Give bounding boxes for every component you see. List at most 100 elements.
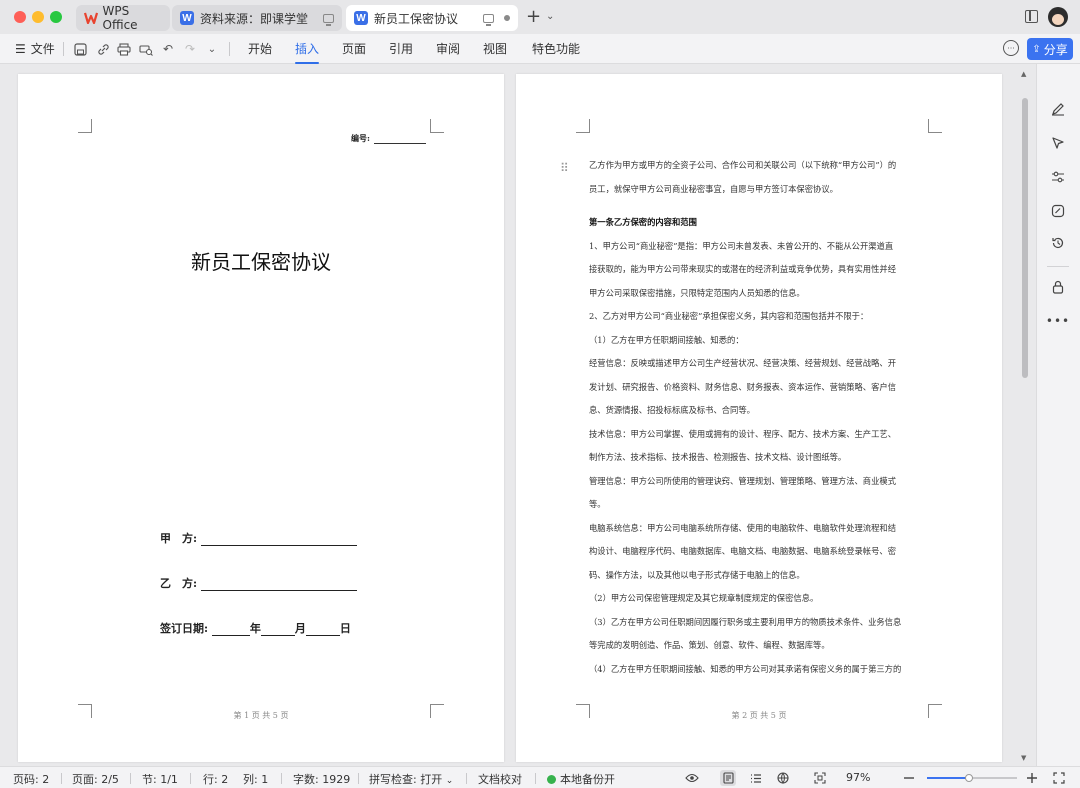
- drag-handle-icon[interactable]: ⠿: [560, 161, 569, 175]
- tab-label: WPS Office: [102, 4, 138, 32]
- body-line: 1、甲方公司“商业秘密”是指：甲方公司未曾发表、未曾公开的、不能从公开渠道直: [589, 240, 894, 251]
- proofread-button[interactable]: 文档校对: [478, 771, 522, 787]
- body-line: 员工，就保守甲方公司商业秘密事宜，自愿与甲方签订本保密协议。: [589, 183, 838, 194]
- document-area[interactable]: 编号: 新员工保密协议 甲 方: 乙 方: 签订日期: 年 月 日 第 1 页 共 …: [0, 64, 1036, 766]
- tab-wps-office[interactable]: WPS Office: [76, 4, 170, 32]
- body-line: 接获取的，能为甲方公司带来现实的或潜在的经济利益或竞争优势，具有实用性并经: [589, 264, 896, 274]
- word-count-status[interactable]: 字数: 1929: [293, 771, 350, 787]
- local-backup-toggle[interactable]: 本地备份开: [547, 771, 615, 787]
- adjust-settings-icon[interactable]: [1049, 168, 1067, 186]
- menu-icon: ☰: [15, 41, 26, 56]
- zoom-in-icon[interactable]: [1024, 770, 1040, 786]
- undo-icon[interactable]: ↶: [160, 41, 176, 57]
- zoom-slider-handle[interactable]: [965, 774, 974, 782]
- print-icon[interactable]: [116, 41, 132, 57]
- page-number: 第 1 页 共 5 页: [233, 711, 289, 720]
- redo-icon[interactable]: ↷: [182, 41, 198, 57]
- party-b-underline: [200, 580, 357, 591]
- tab-page[interactable]: 页面: [342, 40, 366, 57]
- body-line: 乙方作为甲方或甲方的全资子公司、合作公司和关联公司（以下统称“甲方公司”）的: [589, 160, 897, 170]
- divider: [466, 773, 467, 784]
- party-a-underline: [200, 535, 357, 546]
- lock-icon[interactable]: [1049, 278, 1067, 296]
- body-line: 制作方法、技术指标、技术报告、检测报告、技术文档、设计图纸等。: [589, 452, 847, 462]
- section-status[interactable]: 节: 1/1: [142, 771, 178, 787]
- scroll-down-icon[interactable]: ▼: [1021, 754, 1026, 762]
- web-view-icon[interactable]: [775, 770, 791, 786]
- page-code-status[interactable]: 页码: 2: [13, 771, 49, 787]
- body-line: （2）甲方公司保密管理规定及其它规章制度规定的保密信息。: [589, 593, 819, 603]
- document-page-1[interactable]: 编号: 新员工保密协议 甲 方: 乙 方: 签订日期: 年 月 日 第 1 页 共 …: [18, 74, 504, 762]
- new-tab-button[interactable]: +: [526, 8, 541, 26]
- column-status: 列: 1: [243, 773, 269, 786]
- tab-special-features[interactable]: 特色功能: [532, 40, 580, 57]
- tab-references[interactable]: 引用: [389, 40, 413, 57]
- crop-mark: [928, 119, 942, 133]
- crop-mark: [78, 119, 92, 133]
- chevron-down-icon[interactable]: ⌄: [204, 41, 220, 57]
- body-line: （1）乙方在甲方任职期间接触、知悉的：: [589, 334, 744, 345]
- tab-home[interactable]: 开始: [248, 40, 272, 57]
- body-line: 管理信息：甲方公司所使用的管理诀窍、管理规划、管理策略、管理方法、商业模式: [589, 475, 896, 486]
- zoom-out-icon[interactable]: [901, 770, 917, 786]
- serial-number-field: 编号:: [351, 133, 426, 144]
- sidebar-toggle-icon[interactable]: [1025, 10, 1038, 23]
- tab-current-document[interactable]: W 新员工保密协议: [346, 5, 518, 31]
- zoom-slider[interactable]: [927, 774, 1017, 782]
- share-button[interactable]: ⇪ 分享: [1027, 38, 1073, 60]
- print-preview-icon[interactable]: [138, 41, 154, 57]
- chevron-down-icon[interactable]: ⌄: [546, 11, 554, 22]
- more-options-icon[interactable]: •••: [1046, 312, 1069, 330]
- right-sidebar: •••: [1036, 64, 1080, 766]
- page-status[interactable]: 页面: 2/5: [72, 771, 119, 787]
- divider: [358, 773, 359, 784]
- monitor-icon: [323, 13, 334, 26]
- vertical-scrollbar[interactable]: ▲ ▼: [1018, 64, 1032, 766]
- spell-check-toggle[interactable]: 拼写检查: 打开 ⌄: [369, 771, 453, 787]
- crop-mark: [430, 119, 444, 133]
- file-menu-button[interactable]: ☰ 文件: [15, 40, 55, 57]
- share-label: 分享: [1043, 42, 1068, 57]
- ai-edit-icon[interactable]: [1049, 202, 1067, 220]
- divider: [61, 773, 62, 784]
- page-view-icon[interactable]: [720, 770, 736, 786]
- share-icon: ⇪: [1032, 43, 1041, 55]
- outline-view-icon[interactable]: [748, 770, 764, 786]
- divider: [190, 773, 191, 784]
- divider: [63, 42, 64, 56]
- minimize-window-button[interactable]: [32, 11, 44, 23]
- tab-view[interactable]: 视图: [483, 40, 507, 57]
- file-menu-label: 文件: [30, 42, 55, 56]
- document-page-2[interactable]: ⠿ 乙方作为甲方或甲方的全资子公司、合作公司和关联公司（以下统称“甲方公司”）的…: [516, 74, 1002, 762]
- scrollbar-thumb[interactable]: [1022, 98, 1028, 378]
- cursor-select-icon[interactable]: [1049, 134, 1067, 152]
- close-window-button[interactable]: [14, 11, 26, 23]
- document-title: 新员工保密协议: [191, 250, 331, 274]
- backup-label: 本地备份开: [560, 773, 615, 786]
- day-underline: [305, 625, 340, 636]
- status-bar: 页码: 2 页面: 2/5 节: 1/1 行: 2 列: 1 字数: 1929 …: [0, 766, 1080, 788]
- maximize-window-button[interactable]: [50, 11, 62, 23]
- eye-icon[interactable]: [684, 770, 700, 786]
- pen-icon[interactable]: [1049, 100, 1067, 118]
- party-b-field: 乙 方:: [160, 575, 357, 591]
- scroll-up-icon[interactable]: ▲: [1021, 70, 1026, 78]
- document-body[interactable]: 乙方作为甲方或甲方的全资子公司、合作公司和关联公司（以下统称“甲方公司”）的 员…: [589, 154, 931, 681]
- year-label: 年: [249, 622, 261, 635]
- row-status: 行: 2: [203, 773, 229, 786]
- comment-icon[interactable]: ···: [1003, 40, 1019, 56]
- page-number: 第 2 页 共 5 页: [731, 711, 787, 720]
- tab-review[interactable]: 审阅: [436, 40, 460, 57]
- link-icon[interactable]: [95, 41, 111, 57]
- save-icon[interactable]: [72, 41, 88, 57]
- zoom-level[interactable]: 97%: [846, 771, 870, 784]
- history-icon[interactable]: [1049, 234, 1067, 252]
- body-line: 甲方公司采取保密措施，只限特定范围内人员知悉的信息。: [589, 287, 805, 298]
- tab-insert[interactable]: 插入: [295, 40, 320, 64]
- tab-source[interactable]: W 资料来源：即课学堂: [172, 5, 342, 31]
- avatar[interactable]: [1048, 7, 1068, 27]
- fit-page-icon[interactable]: [812, 770, 828, 786]
- body-line: （4）乙方在甲方任职期间接触、知悉的甲方公司对其承诺有保密义务的属于第三方的: [589, 663, 902, 674]
- fullscreen-icon[interactable]: [1051, 770, 1067, 786]
- body-line: 息、货源情报、招投标标底及标书、合同等。: [589, 405, 755, 415]
